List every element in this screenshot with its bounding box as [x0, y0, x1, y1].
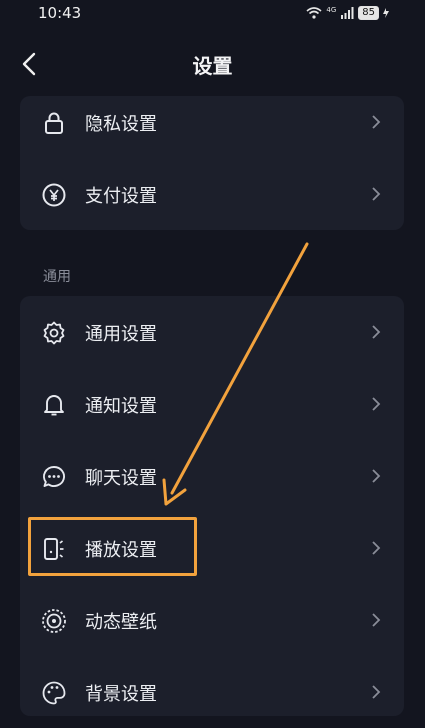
yen-icon [42, 183, 66, 207]
highlight-box [28, 517, 197, 576]
settings-row-label: 通知设置 [85, 396, 157, 417]
chevron-right-icon [372, 325, 381, 339]
settings-row-wallpaper[interactable]: 动态壁纸 [20, 584, 404, 656]
chevron-right-icon [372, 613, 381, 627]
battery-level: 85 [358, 6, 379, 20]
wallpaper-icon [42, 609, 66, 633]
header: 设置 [0, 40, 425, 88]
chevron-right-icon [372, 541, 381, 555]
settings-row-general[interactable]: 通用设置 [20, 296, 404, 368]
settings-row-label: 动态壁纸 [85, 612, 157, 633]
chat-icon [43, 466, 65, 487]
palette-icon [42, 681, 66, 705]
status-time: 10:43 [38, 4, 82, 22]
privacy-payment-card: 隐私设置 支付设置 [20, 96, 404, 230]
settings-row-notification[interactable]: 通知设置 [20, 368, 404, 440]
network-type: 4G [326, 6, 337, 14]
status-bar: 10:43 4G 85 [0, 0, 425, 28]
chevron-right-icon [372, 115, 381, 129]
settings-row-label: 背景设置 [85, 684, 157, 705]
settings-row-label: 支付设置 [85, 186, 157, 207]
bell-icon [44, 395, 64, 416]
status-icons: 4G 85 [306, 6, 389, 20]
settings-row-label: 通用设置 [85, 324, 157, 345]
lock-icon [45, 112, 63, 134]
charging-icon [383, 8, 389, 18]
page-title: 设置 [192, 54, 233, 78]
chevron-right-icon [372, 469, 381, 483]
settings-row-label: 聊天设置 [85, 468, 157, 489]
settings-row-payment[interactable]: 支付设置 [20, 158, 404, 230]
settings-row-background[interactable]: 背景设置 [20, 656, 404, 728]
settings-row-chat[interactable]: 聊天设置 [20, 440, 404, 512]
general-settings-card: 通用设置 通知设置 聊天设置 播放设置 动态壁纸 背景设置 [20, 296, 404, 716]
section-label-general: 通用 [43, 269, 71, 285]
chevron-right-icon [372, 685, 381, 699]
signal-icon [341, 7, 354, 19]
wifi-icon [306, 7, 322, 19]
gear-icon [43, 321, 65, 345]
settings-row-privacy[interactable]: 隐私设置 [20, 86, 404, 158]
chevron-right-icon [372, 187, 381, 201]
chevron-right-icon [372, 397, 381, 411]
settings-row-label: 隐私设置 [85, 114, 157, 135]
